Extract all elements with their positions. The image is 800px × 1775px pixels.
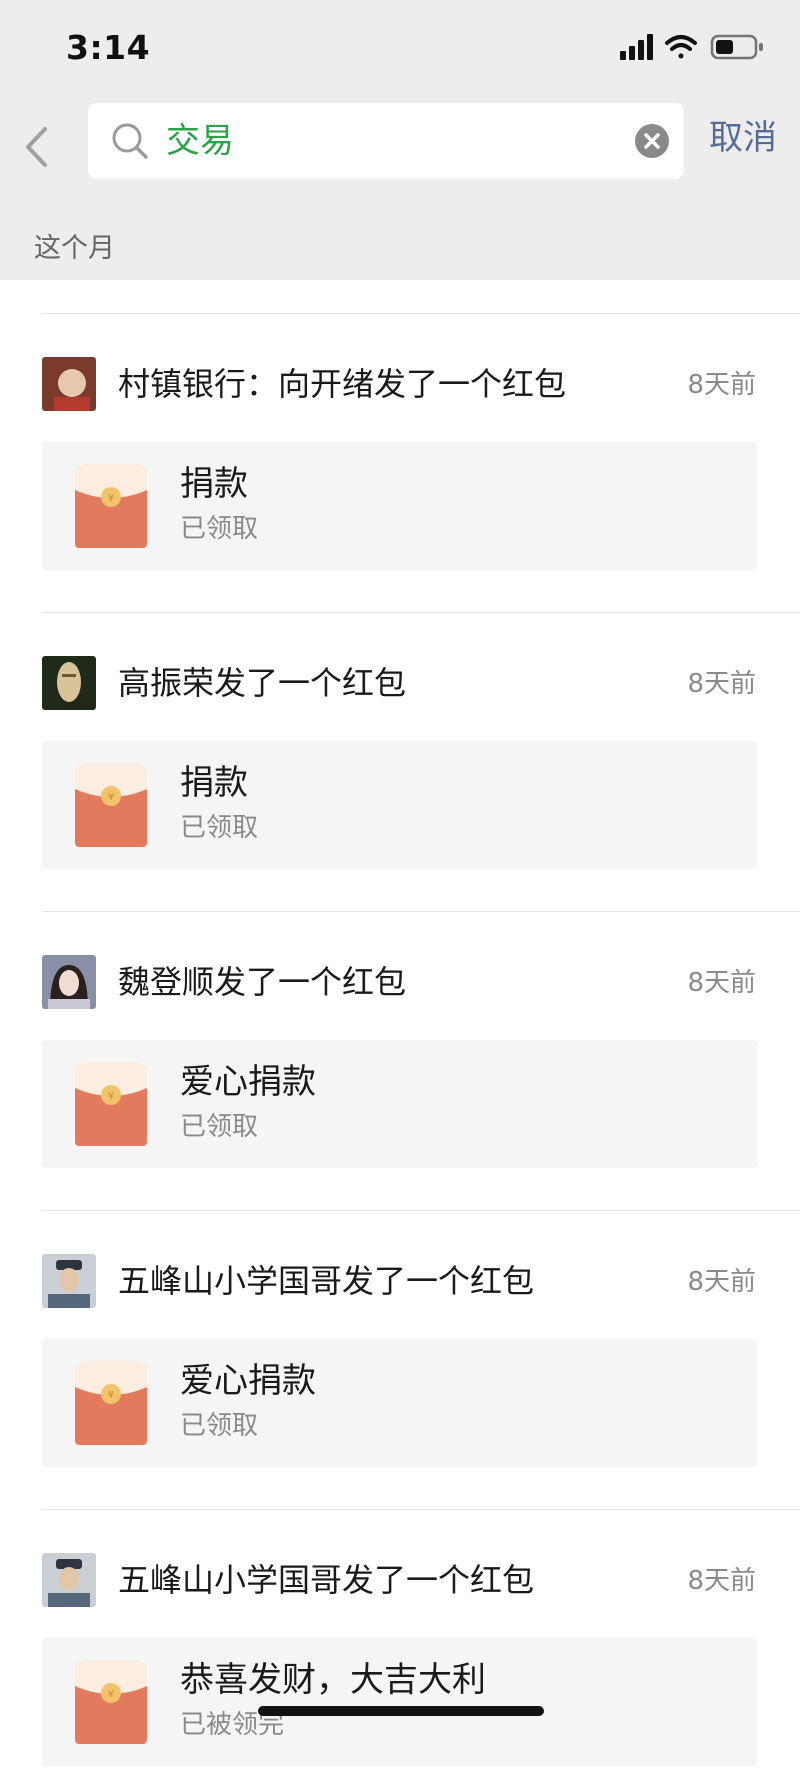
list-item[interactable]: 村镇银行：向开绪发了一个红包 8天前 ¥ 捐款 已领取 (0, 280, 800, 579)
home-indicator[interactable] (258, 1706, 544, 1716)
chevron-left-icon (26, 127, 47, 167)
sender-text: 五峰山小学国哥发了一个红包 (118, 1262, 535, 1300)
avatar[interactable] (42, 656, 96, 710)
sender-text: 魏登顺发了一个红包 (118, 963, 407, 1001)
envelope-status: 已领取 (180, 1112, 259, 1142)
red-envelope-card[interactable]: ¥ 捐款 已领取 (42, 741, 757, 869)
sender-text: 村镇银行：向开绪发了一个红包 (118, 365, 567, 403)
svg-text:¥: ¥ (108, 1689, 114, 1700)
avatar[interactable] (42, 955, 96, 1009)
avatar[interactable] (42, 1553, 96, 1607)
red-envelope-card[interactable]: ¥ 恭喜发财，大吉大利 已被领完 (42, 1638, 757, 1766)
timestamp: 8天前 (687, 1267, 756, 1297)
red-envelope-icon: ¥ (75, 1062, 147, 1146)
wifi-icon (665, 35, 697, 59)
envelope-title: 爱心捐款 (180, 1062, 316, 1102)
timestamp: 8天前 (687, 968, 756, 998)
svg-text:¥: ¥ (108, 493, 114, 504)
list-item[interactable]: 五峰山小学国哥发了一个红包 8天前 ¥ 恭喜发财，大吉大利 已被领完 (0, 1476, 800, 1775)
avatar[interactable] (42, 357, 96, 411)
envelope-title: 恭喜发财，大吉大利 (180, 1660, 486, 1700)
search-input[interactable]: 交易 (88, 103, 684, 179)
top-bar: 3:14 交易 取消 这个月 (0, 0, 800, 280)
search-query[interactable]: 交易 (166, 119, 234, 163)
divider (42, 612, 800, 613)
cellular-signal-icon (620, 34, 653, 60)
envelope-status: 已领取 (180, 1411, 259, 1441)
clear-icon[interactable] (634, 123, 670, 159)
battery-icon (710, 34, 763, 60)
red-envelope-card[interactable]: ¥ 爱心捐款 已领取 (42, 1040, 757, 1168)
envelope-title: 捐款 (180, 464, 248, 504)
back-button[interactable] (18, 125, 58, 169)
timestamp: 8天前 (687, 370, 756, 400)
avatar[interactable] (42, 1254, 96, 1308)
svg-text:¥: ¥ (108, 792, 114, 803)
result-list: 村镇银行：向开绪发了一个红包 8天前 ¥ 捐款 已领取 高振荣发了一个红包 8天… (0, 280, 800, 1775)
list-item[interactable]: 五峰山小学国哥发了一个红包 8天前 ¥ 爱心捐款 已领取 (0, 1177, 800, 1476)
sender-text: 五峰山小学国哥发了一个红包 (118, 1561, 535, 1599)
divider (42, 1210, 800, 1211)
status-icons (620, 32, 770, 62)
red-envelope-card[interactable]: ¥ 爱心捐款 已领取 (42, 1339, 757, 1467)
red-envelope-icon: ¥ (75, 1361, 147, 1445)
red-envelope-card[interactable]: ¥ 捐款 已领取 (42, 442, 757, 570)
status-time: 3:14 (66, 28, 151, 67)
svg-text:¥: ¥ (108, 1390, 114, 1401)
search-icon (112, 123, 148, 159)
timestamp: 8天前 (687, 669, 756, 699)
envelope-title: 捐款 (180, 763, 248, 803)
svg-text:¥: ¥ (108, 1091, 114, 1102)
cancel-button[interactable]: 取消 (709, 116, 777, 160)
envelope-title: 爱心捐款 (180, 1361, 316, 1401)
envelope-status: 已领取 (180, 514, 259, 544)
divider (42, 911, 800, 912)
divider (42, 1509, 800, 1510)
section-label: 这个月 (34, 233, 115, 264)
red-envelope-icon: ¥ (75, 1660, 147, 1744)
divider (42, 313, 800, 314)
sender-text: 高振荣发了一个红包 (118, 664, 407, 702)
red-envelope-icon: ¥ (75, 763, 147, 847)
list-item[interactable]: 魏登顺发了一个红包 8天前 ¥ 爱心捐款 已领取 (0, 878, 800, 1177)
red-envelope-icon: ¥ (75, 464, 147, 548)
envelope-status: 已领取 (180, 813, 259, 843)
list-item[interactable]: 高振荣发了一个红包 8天前 ¥ 捐款 已领取 (0, 579, 800, 878)
timestamp: 8天前 (687, 1566, 756, 1596)
